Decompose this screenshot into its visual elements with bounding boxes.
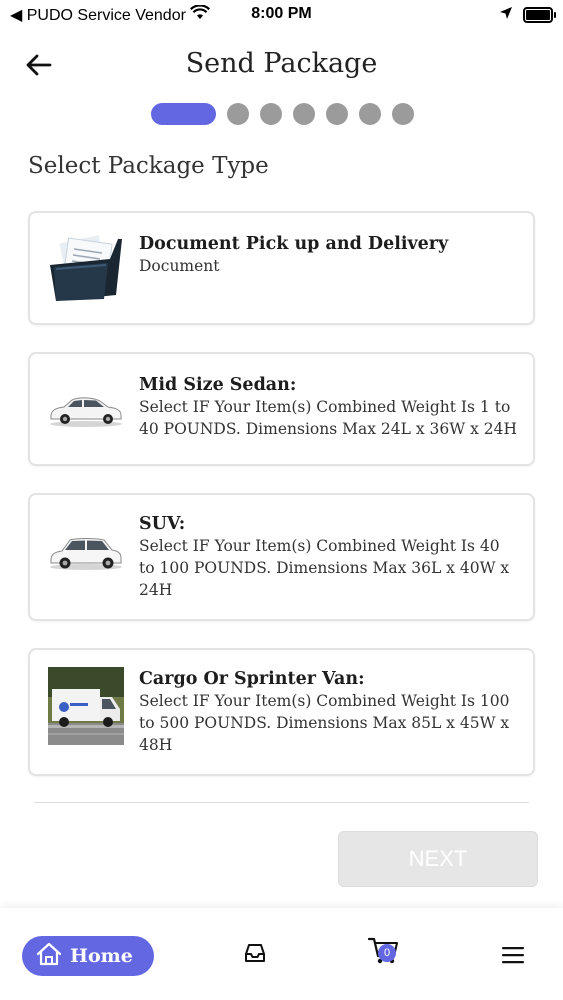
document-folder-icon <box>48 233 124 303</box>
card-text: Mid Size Sedan: Select IF Your Item(s) C… <box>139 374 519 440</box>
package-type-card-cargo-van[interactable]: Cargo Or Sprinter Van: Select IF Your It… <box>28 648 535 776</box>
step-indicator-active <box>151 103 216 125</box>
card-title: SUV: <box>139 514 186 534</box>
inbox-icon <box>243 944 267 968</box>
card-text: Document Pick up and Delivery Document <box>139 233 519 277</box>
section-title: Select Package Type <box>28 153 269 179</box>
bottom-nav: Home 0 <box>0 908 563 1000</box>
card-text: Cargo Or Sprinter Van: Select IF Your It… <box>139 668 519 756</box>
cargo-van-icon <box>48 667 124 745</box>
status-right <box>499 5 556 24</box>
status-time: 8:00 PM <box>251 5 312 22</box>
package-type-card-document[interactable]: Document Pick up and Delivery Document <box>28 211 535 325</box>
hamburger-menu-icon <box>501 947 525 968</box>
card-description: Select IF Your Item(s) Combined Weight I… <box>139 398 517 438</box>
suv-car-icon <box>48 533 124 573</box>
card-description: Select IF Your Item(s) Combined Weight I… <box>139 692 510 754</box>
nav-home-label: Home <box>70 945 133 967</box>
battery-icon <box>523 6 556 23</box>
card-title: Document Pick up and Delivery <box>139 234 449 254</box>
nav-home-button[interactable]: Home <box>22 936 154 976</box>
cart-count-badge: 0 <box>378 944 396 962</box>
card-text: SUV: Select IF Your Item(s) Combined Wei… <box>139 513 519 601</box>
card-title: Mid Size Sedan: <box>139 375 297 395</box>
sedan-car-icon <box>48 390 124 430</box>
step-indicator <box>326 103 348 125</box>
package-type-card-sedan[interactable]: Mid Size Sedan: Select IF Your Item(s) C… <box>28 352 535 466</box>
step-indicator <box>260 103 282 125</box>
step-indicator <box>359 103 381 125</box>
location-arrow-icon <box>499 5 513 24</box>
nav-cart-button[interactable]: 0 <box>367 936 400 970</box>
step-indicator <box>293 103 315 125</box>
card-description: Document <box>139 257 220 275</box>
card-description: Select IF Your Item(s) Combined Weight I… <box>139 537 510 599</box>
home-icon <box>36 942 62 970</box>
nav-inbox-button[interactable] <box>243 942 267 968</box>
card-title: Cargo Or Sprinter Van: <box>139 669 365 689</box>
progress-stepper <box>151 103 414 125</box>
step-indicator <box>227 103 249 125</box>
package-type-card-suv[interactable]: SUV: Select IF Your Item(s) Combined Wei… <box>28 493 535 621</box>
next-button[interactable]: NEXT <box>338 831 538 887</box>
step-indicator <box>392 103 414 125</box>
nav-menu-button[interactable] <box>501 946 525 968</box>
status-bar: ◀ PUDO Service Vendor 8:00 PM <box>0 0 563 30</box>
page-title: Send Package <box>185 48 378 79</box>
divider <box>34 802 529 803</box>
